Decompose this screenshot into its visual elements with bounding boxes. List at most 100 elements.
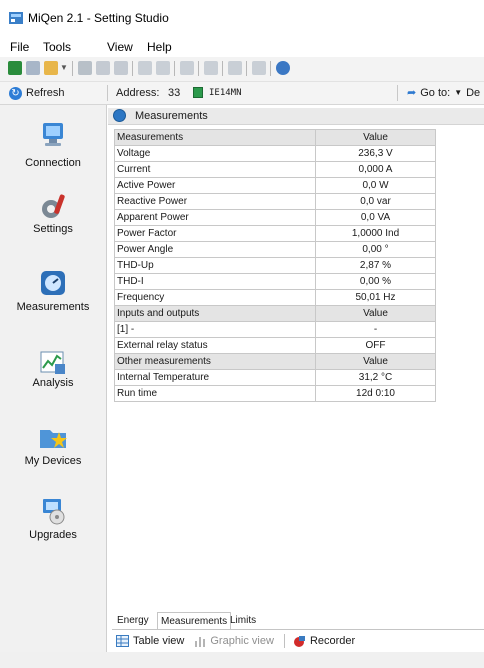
view-bar-separator (283, 634, 285, 648)
row-value: 12d 0:10 (315, 385, 436, 402)
bar-chart-icon (195, 637, 206, 647)
chart-icon[interactable] (180, 61, 194, 75)
recorder-icon (293, 635, 305, 647)
row-name: Power Factor (114, 225, 316, 242)
upgrade-icon (43, 499, 65, 525)
tab-limits[interactable]: Limits (227, 612, 259, 629)
new-device-icon[interactable] (8, 61, 22, 75)
content-header: Measurements (108, 108, 484, 125)
globe-icon[interactable] (276, 61, 290, 75)
sidebar-item-label: Measurements (16, 301, 90, 313)
refresh-button[interactable]: ↻ Refresh (9, 85, 65, 101)
column-header-value: Value (315, 353, 436, 370)
device-icon (193, 87, 203, 98)
column-header-value: Value (315, 129, 436, 146)
table-row[interactable]: Apparent Power 0,0 VA (114, 209, 436, 226)
table-row[interactable]: External relay status OFF (114, 337, 436, 354)
row-value: 31,2 °C (315, 369, 436, 386)
table-row[interactable]: Reactive Power 0,0 var (114, 193, 436, 210)
row-value: 0,0 var (315, 193, 436, 210)
goto-label: Go to: (420, 86, 451, 99)
address-bar: ↻ Refresh Address: 33 IE14MN ➦ Go to: ▼ … (0, 82, 484, 105)
save-icon[interactable] (96, 61, 110, 75)
menu-file[interactable]: File (10, 40, 29, 54)
menu-help[interactable]: Help (147, 40, 172, 54)
tab-divider (112, 629, 484, 630)
column-header-name: Inputs and outputs (114, 305, 316, 322)
row-value: 0,000 A (315, 161, 436, 178)
menu-view[interactable]: View (107, 40, 133, 54)
address-label: Address: (116, 87, 160, 99)
toolbar-separator (72, 61, 73, 76)
row-name: [1] - (114, 321, 316, 338)
sidebar-item-measurements[interactable]: Measurements (0, 265, 106, 325)
address-separator (107, 85, 108, 101)
refresh-label: Refresh (26, 87, 65, 99)
table-row[interactable]: Power Factor 1,0000 Ind (114, 225, 436, 242)
table-view-button[interactable]: Table view (116, 635, 184, 647)
computer-icon[interactable] (26, 61, 40, 75)
toolbar-separator (246, 61, 247, 76)
sidebar-item-connection[interactable]: Connection (0, 115, 106, 175)
toolbar-separator (270, 61, 271, 76)
sidebar: Connection Settings Measurements Analysi… (0, 105, 107, 668)
row-value: 0,0 VA (315, 209, 436, 226)
row-value: - (315, 321, 436, 338)
table-row[interactable]: Active Power 0,0 W (114, 177, 436, 194)
tab-measurements[interactable]: Measurements (157, 612, 232, 630)
open-folder-icon[interactable] (44, 61, 58, 75)
app-icon (9, 12, 23, 24)
row-value: 2,87 % (315, 257, 436, 274)
table-header-row: Other measurements Value (114, 353, 436, 370)
content-title: Measurements (135, 110, 208, 122)
sidebar-item-my-devices[interactable]: My Devices (0, 417, 106, 477)
print-preview-icon[interactable] (156, 61, 170, 75)
table-row[interactable]: Internal Temperature 31,2 °C (114, 369, 436, 386)
row-value: 0,0 W (315, 177, 436, 194)
sidebar-item-upgrades[interactable]: Upgrades (0, 493, 106, 553)
row-value: 0,00 % (315, 273, 436, 290)
column-header-value: Value (315, 305, 436, 322)
sidebar-item-analysis[interactable]: Analysis (0, 340, 106, 400)
sidebar-item-label: Analysis (32, 377, 74, 389)
settings-icon[interactable] (252, 61, 266, 75)
sidebar-item-label: Connection (25, 157, 81, 169)
table-icon (116, 635, 129, 647)
graphic-view-label: Graphic view (210, 635, 274, 647)
measurements-table: Measurements Value Voltage 236,3 V Curren… (114, 129, 436, 402)
graphic-view-button[interactable]: Graphic view (194, 635, 274, 647)
row-value: 236,3 V (315, 145, 436, 162)
download-icon[interactable] (78, 61, 92, 75)
copy-icon[interactable] (114, 61, 128, 75)
tag-icon[interactable] (204, 61, 218, 75)
row-value: OFF (315, 337, 436, 354)
window-icon[interactable] (228, 61, 242, 75)
sidebar-item-settings[interactable]: Settings (0, 187, 106, 247)
table-row[interactable]: [1] -- (114, 321, 436, 338)
toolbar-separator (132, 61, 133, 76)
table-row[interactable]: Frequency 50,01 Hz (114, 289, 436, 306)
menu-bar: File Tools View Help (0, 37, 484, 57)
table-row[interactable]: Current 0,000 A (114, 161, 436, 178)
row-name: Voltage (114, 145, 316, 162)
print-icon[interactable] (138, 61, 152, 75)
table-row[interactable]: THD-I 0,00 % (114, 273, 436, 290)
table-row[interactable]: THD-Up 2,87 % (114, 257, 436, 274)
row-name: Power Angle (114, 241, 316, 258)
table-view-label: Table view (133, 635, 185, 647)
folder-star-icon (40, 430, 67, 448)
recorder-button[interactable]: Recorder (293, 635, 355, 648)
status-strip (0, 652, 484, 668)
title-bar: MiQen 2.1 - Setting Studio (0, 0, 484, 36)
chevron-down-icon[interactable]: ▼ (60, 63, 68, 72)
table-row[interactable]: Run time 12d 0:10 (114, 385, 436, 402)
refresh-icon: ↻ (9, 86, 22, 100)
window-title: MiQen 2.1 - Setting Studio (28, 11, 169, 25)
row-name: External relay status (114, 337, 316, 354)
tab-energy[interactable]: Energy (114, 612, 152, 629)
menu-tools[interactable]: Tools (43, 40, 71, 54)
table-row[interactable]: Voltage 236,3 V (114, 145, 436, 162)
table-row[interactable]: Power Angle 0,00 ° (114, 241, 436, 258)
goto-control[interactable]: ➦ Go to: ▼ De (407, 86, 480, 100)
row-name: Internal Temperature (114, 369, 316, 386)
